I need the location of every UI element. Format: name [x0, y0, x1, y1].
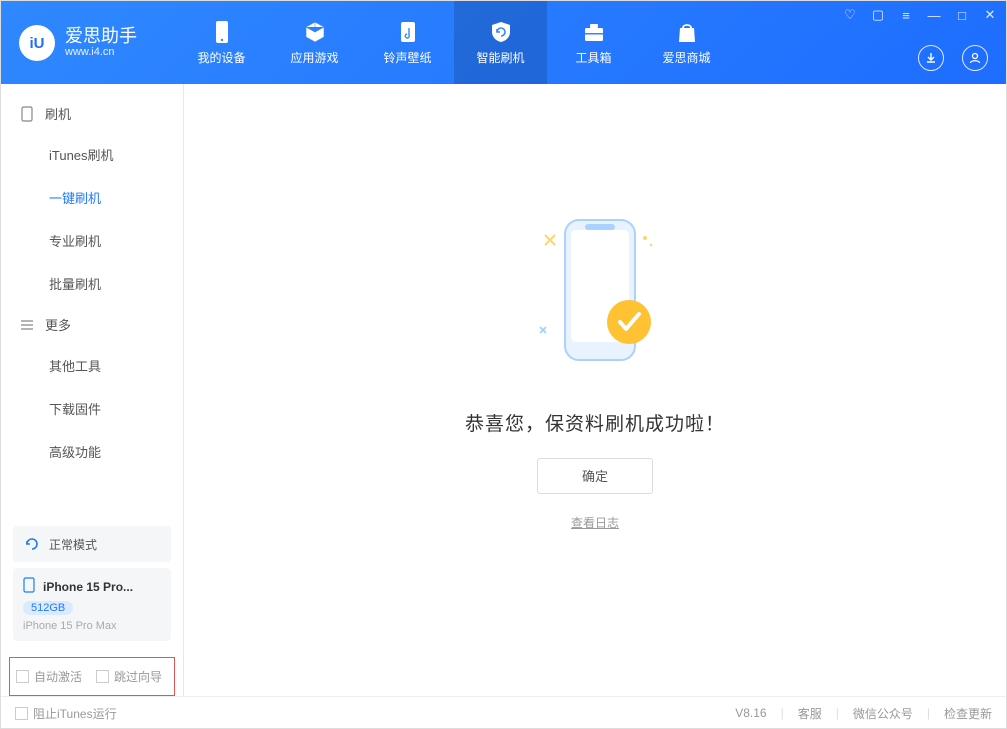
device-capacity: 512GB [23, 601, 73, 615]
logo-icon: iU [19, 25, 55, 61]
sidebar-item-itunes[interactable]: iTunes刷机 [1, 133, 183, 176]
list-icon [19, 317, 35, 333]
cube-icon [302, 19, 328, 45]
tab-apps[interactable]: 应用游戏 [268, 1, 361, 84]
sidebar-item-advanced[interactable]: 高级功能 [1, 430, 183, 473]
success-message: 恭喜您，保资料刷机成功啦！ [465, 409, 725, 436]
tab-store-label: 爱思商城 [662, 49, 710, 66]
user-icon[interactable] [962, 45, 988, 71]
block-itunes-checkbox[interactable]: 阻止iTunes运行 [15, 705, 117, 722]
phone-small-icon [19, 106, 35, 122]
device-name-label: iPhone 15 Pro... [43, 580, 133, 594]
shopping-bag-icon [674, 19, 700, 45]
tab-toolbox-label: 工具箱 [575, 49, 611, 66]
skip-guide-checkbox[interactable]: 跳过向导 [96, 668, 162, 685]
support-link[interactable]: 客服 [798, 705, 822, 722]
main-content: 恭喜您，保资料刷机成功啦！ 确定 查看日志 [184, 84, 1006, 696]
sidebar-group-more: 更多 [1, 305, 183, 344]
tab-ringtones-label: 铃声壁纸 [383, 49, 431, 66]
maximize-icon[interactable]: □ [954, 8, 970, 23]
headset-icon[interactable]: ♡ [842, 7, 858, 23]
block-itunes-label: 阻止iTunes运行 [33, 705, 117, 722]
device-full-name: iPhone 15 Pro Max [23, 620, 161, 632]
wechat-link[interactable]: 微信公众号 [853, 705, 913, 722]
sidebar-item-other[interactable]: 其他工具 [1, 344, 183, 387]
tab-apps-label: 应用游戏 [290, 49, 338, 66]
tab-store[interactable]: 爱思商城 [640, 1, 733, 84]
ok-button[interactable]: 确定 [537, 458, 653, 494]
view-log-link[interactable]: 查看日志 [571, 514, 619, 531]
close-icon[interactable]: ✕ [982, 7, 998, 23]
phone-icon [209, 19, 235, 45]
tab-ringtones[interactable]: 铃声壁纸 [361, 1, 454, 84]
menu-icon[interactable]: ≡ [898, 8, 914, 23]
minimize-icon[interactable]: — [926, 8, 942, 23]
tab-devices[interactable]: 我的设备 [175, 1, 268, 84]
separator: | [781, 706, 784, 720]
music-note-icon [395, 19, 421, 45]
tab-flash-label: 智能刷机 [476, 49, 524, 66]
sidebar-item-pro[interactable]: 专业刷机 [1, 219, 183, 262]
sidebar-item-onekey[interactable]: 一键刷机 [1, 176, 183, 219]
separator: | [836, 706, 839, 720]
sidebar-group-flash-label: 刷机 [45, 104, 71, 123]
refresh-shield-icon [488, 19, 514, 45]
svg-text:iU: iU [30, 35, 45, 52]
tab-devices-label: 我的设备 [197, 49, 245, 66]
sidebar-item-firmware[interactable]: 下载固件 [1, 387, 183, 430]
sidebar-group-more-label: 更多 [45, 315, 71, 334]
mobile-icon[interactable]: ▢ [870, 7, 886, 23]
device-card[interactable]: iPhone 15 Pro... 512GB iPhone 15 Pro Max [13, 568, 171, 641]
download-icon[interactable] [918, 45, 944, 71]
app-logo: iU 爱思助手 www.i4.cn [1, 1, 155, 84]
sidebar-group-flash: 刷机 [1, 94, 183, 133]
tab-flash[interactable]: 智能刷机 [454, 1, 547, 84]
success-illustration [505, 210, 685, 385]
auto-activate-checkbox[interactable]: 自动激活 [16, 668, 82, 685]
briefcase-icon [581, 19, 607, 45]
device-phone-icon [23, 577, 35, 596]
separator: | [927, 706, 930, 720]
update-link[interactable]: 检查更新 [944, 705, 992, 722]
tab-toolbox[interactable]: 工具箱 [547, 1, 640, 84]
app-title: 爱思助手 [65, 27, 137, 47]
status-card: 正常模式 [13, 526, 171, 562]
status-mode-label: 正常模式 [49, 536, 97, 553]
version-label: V8.16 [735, 706, 766, 720]
app-subtitle: www.i4.cn [65, 46, 137, 58]
auto-activate-label: 自动激活 [34, 668, 82, 685]
refresh-icon[interactable] [23, 535, 41, 553]
skip-guide-label: 跳过向导 [114, 668, 162, 685]
options-highlight: 自动激活 跳过向导 [9, 657, 175, 696]
sidebar-item-batch[interactable]: 批量刷机 [1, 262, 183, 305]
